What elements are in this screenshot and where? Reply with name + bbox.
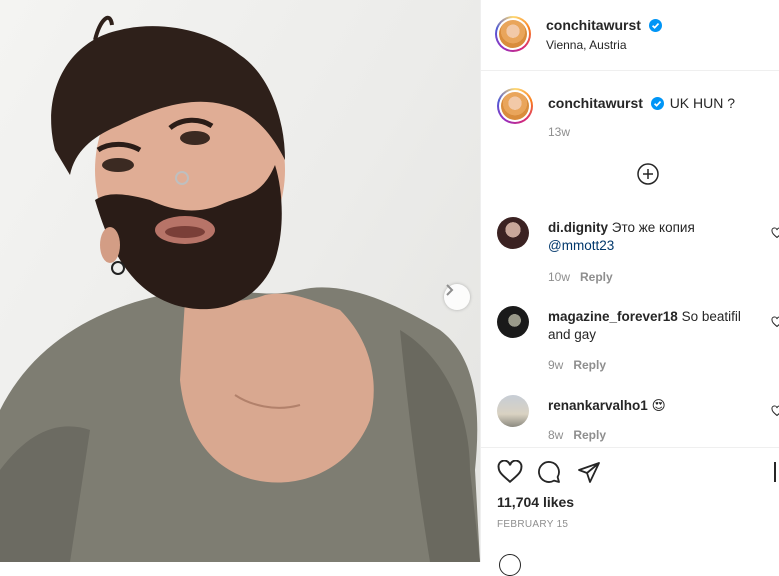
post-photo xyxy=(0,0,480,562)
share-icon[interactable] xyxy=(577,460,601,484)
comment-icon[interactable] xyxy=(537,460,561,484)
post-actions: 11,704 likes FEBRUARY 15 xyxy=(481,447,779,576)
post-date: FEBRUARY 15 xyxy=(497,519,569,530)
caption-username[interactable]: conchitawurst xyxy=(548,95,643,111)
caption-age: 13w xyxy=(548,125,571,139)
post-side-panel: conchitawurst Vienna, Austria conchitawu… xyxy=(480,0,779,576)
comment-text: Это же копия xyxy=(611,220,695,235)
heart-icon[interactable] xyxy=(771,227,779,239)
avatar[interactable] xyxy=(497,306,529,338)
verified-badge-icon xyxy=(650,97,664,110)
comment-age: 9w xyxy=(548,358,564,372)
heart-icon[interactable] xyxy=(497,460,523,484)
avatar[interactable] xyxy=(497,217,529,249)
heart-icon[interactable] xyxy=(771,316,779,328)
post-location[interactable]: Vienna, Austria xyxy=(546,38,627,52)
caption-text: UK HUN ? xyxy=(669,95,736,111)
bookmark-icon[interactable] xyxy=(773,460,779,484)
likes-count[interactable]: 11,704 likes xyxy=(497,494,574,510)
add-comment-icon xyxy=(637,163,659,185)
verified-badge-icon xyxy=(649,19,663,32)
next-arrow-icon xyxy=(446,284,454,296)
comment-username[interactable]: di.dignity xyxy=(548,220,608,235)
emoji-icon[interactable] xyxy=(499,554,521,576)
comment-username[interactable]: magazine_forever18 xyxy=(548,309,678,324)
post-header: conchitawurst Vienna, Austria xyxy=(481,0,779,71)
comment-mention[interactable]: @mmott23 xyxy=(548,238,614,253)
reply-button[interactable]: Reply xyxy=(573,428,606,442)
avatar[interactable] xyxy=(497,395,529,427)
comment-age: 10w xyxy=(548,270,571,284)
load-more-comments-button[interactable] xyxy=(637,163,659,185)
next-photo-button[interactable] xyxy=(444,284,470,310)
comment-username[interactable]: renankarvalho1 xyxy=(548,398,648,413)
comment-text: 😍 xyxy=(651,398,666,413)
caption-avatar[interactable] xyxy=(497,88,533,124)
heart-icon[interactable] xyxy=(771,405,779,417)
reply-button[interactable]: Reply xyxy=(573,358,606,372)
portrait-illustration xyxy=(0,15,480,562)
reply-button[interactable]: Reply xyxy=(580,270,613,284)
author-avatar[interactable] xyxy=(495,16,531,52)
comment-age: 8w xyxy=(548,428,564,442)
author-username[interactable]: conchitawurst xyxy=(546,17,641,33)
